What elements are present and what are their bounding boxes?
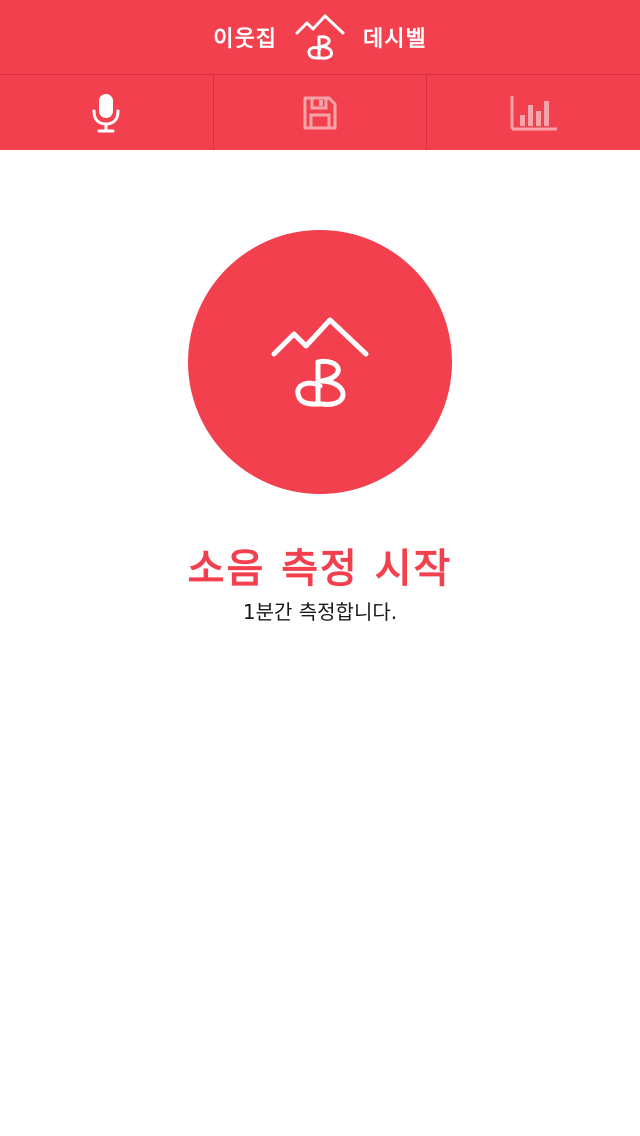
start-measure-button[interactable] [188, 230, 452, 494]
tab-bar [0, 74, 640, 150]
start-subtitle: 1분간 측정합니다. [242, 600, 398, 624]
mountain-heart-logo-icon [295, 14, 345, 60]
header-title-left: 이웃집 [213, 27, 277, 52]
start-title: 소음 측정 시작 [187, 546, 453, 592]
tab-measure[interactable] [0, 75, 213, 150]
tab-statistics[interactable] [426, 75, 640, 150]
header-title-right: 데시벨 [363, 27, 427, 52]
floppy-disk-icon [303, 96, 337, 129]
app-root: 이웃집 데시벨 소음 측정 시작 1분간 측정합니다. [0, 0, 640, 1136]
mountain-heart-logo-icon [271, 317, 369, 407]
microphone-icon [92, 93, 120, 132]
bar-chart-icon [510, 95, 557, 130]
app-header: 이웃집 데시벨 [0, 0, 640, 74]
tab-save[interactable] [212, 75, 427, 150]
